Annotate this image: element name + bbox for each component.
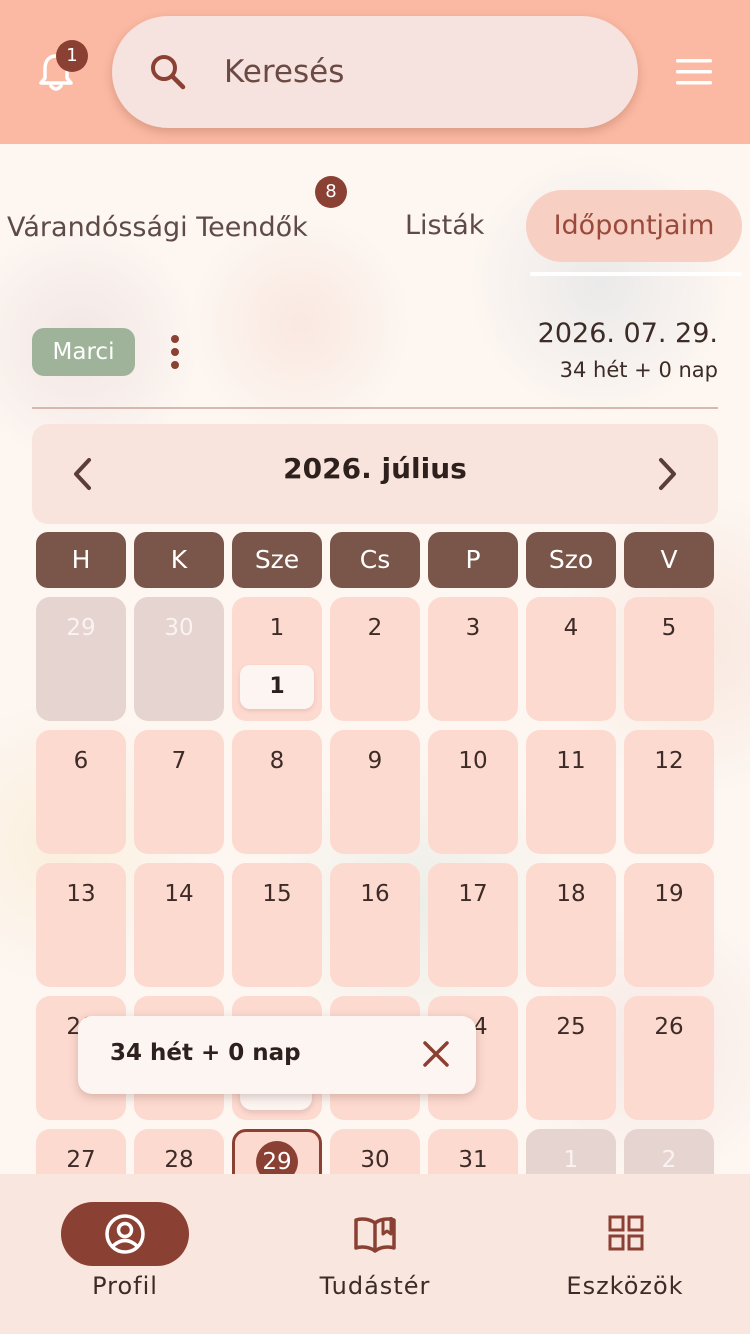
calendar-day[interactable]: 15	[232, 863, 322, 987]
day-number: 18	[556, 881, 586, 907]
search-input[interactable]	[224, 52, 604, 92]
chevron-right-icon[interactable]	[656, 456, 680, 492]
day-number: 30	[360, 1147, 390, 1173]
tab-pregnancy-tasks[interactable]: Várandóssági Teendők	[7, 212, 308, 243]
day-number: 1	[563, 1147, 579, 1173]
tab-appointments[interactable]: Időpontjaim	[526, 190, 742, 262]
notification-badge: 1	[56, 40, 88, 72]
calendar-day[interactable]: 4	[526, 597, 616, 721]
calendar-day[interactable]: 14	[134, 863, 224, 987]
calendar-day[interactable]: 29	[36, 597, 126, 721]
calendar-day[interactable]: 9	[330, 730, 420, 854]
calendar-day[interactable]: 19	[624, 863, 714, 987]
search-icon	[151, 55, 186, 90]
day-number: 27	[66, 1147, 96, 1173]
nav-item-tools[interactable]: Eszközök	[500, 1174, 750, 1334]
hamburger-menu-icon[interactable]	[676, 58, 712, 86]
day-number: 25	[556, 1014, 586, 1040]
day-number: 6	[73, 748, 89, 774]
tooltip-text: 34 hét + 0 nap	[110, 1040, 301, 1066]
weekday-header: Sze	[232, 532, 322, 588]
day-number: 2	[661, 1147, 677, 1173]
nav-label-profile: Profil	[92, 1272, 158, 1300]
weekday-header: Szo	[526, 532, 616, 588]
day-number: 3	[465, 615, 481, 641]
day-number: 1	[269, 615, 285, 641]
nav-label-knowledge: Tudástér	[319, 1272, 431, 1300]
calendar-day[interactable]: 10	[428, 730, 518, 854]
calendar-day[interactable]: 8	[232, 730, 322, 854]
weekday-header: P	[428, 532, 518, 588]
weekday-header: H	[36, 532, 126, 588]
calendar-month-title: 2026. július	[283, 452, 467, 485]
nav-item-knowledge[interactable]: Tudástér	[250, 1174, 500, 1334]
person-circle-icon	[105, 1214, 145, 1254]
tab-badge: 8	[315, 176, 347, 208]
search-bar[interactable]	[112, 16, 638, 128]
weekday-header: V	[624, 532, 714, 588]
calendar-day[interactable]: 25	[526, 996, 616, 1120]
calendar-day[interactable]: 11	[232, 597, 322, 721]
day-number: 10	[458, 748, 488, 774]
top-bar: 1	[0, 0, 750, 144]
nav-label-tools: Eszközök	[566, 1272, 684, 1300]
calendar-day[interactable]: 11	[526, 730, 616, 854]
day-number: 12	[654, 748, 684, 774]
calendar-day[interactable]: 7	[134, 730, 224, 854]
pregnancy-week: 34 hét + 0 nap	[559, 358, 718, 382]
tab-active-indicator	[530, 272, 742, 276]
calendar-header: 2026. július	[32, 424, 718, 524]
tab-lists[interactable]: Listák	[405, 210, 484, 241]
day-number: 17	[458, 881, 488, 907]
day-number: 8	[269, 748, 285, 774]
more-options-icon[interactable]	[166, 334, 184, 370]
calendar-day[interactable]: 13	[36, 863, 126, 987]
weekday-header: K	[134, 532, 224, 588]
bottom-navigation: Profil Tudástér Eszközök	[0, 1174, 750, 1334]
current-date: 2026. 07. 29.	[537, 318, 718, 349]
divider	[32, 407, 718, 409]
day-number: 28	[164, 1147, 194, 1173]
day-number: 2	[367, 615, 383, 641]
day-number: 16	[360, 881, 390, 907]
nav-item-profile[interactable]: Profil	[0, 1174, 250, 1334]
day-number: 29	[66, 615, 96, 641]
calendar-day[interactable]: 5	[624, 597, 714, 721]
calendar-day[interactable]: 2	[330, 597, 420, 721]
week-tooltip: 34 hét + 0 nap	[78, 1016, 476, 1094]
day-number: 14	[164, 881, 194, 907]
calendar-day[interactable]: 17	[428, 863, 518, 987]
day-number: 15	[262, 881, 292, 907]
weekday-header: Cs	[330, 532, 420, 588]
event-count-badge[interactable]: 1	[240, 665, 314, 709]
day-number: 13	[66, 881, 96, 907]
day-number: 9	[367, 748, 383, 774]
day-number: 7	[171, 748, 187, 774]
day-number: 5	[661, 615, 677, 641]
calendar-day[interactable]: 30	[134, 597, 224, 721]
day-number: 26	[654, 1014, 684, 1040]
open-book-icon	[354, 1217, 396, 1253]
calendar-day[interactable]: 12	[624, 730, 714, 854]
day-number: 19	[654, 881, 684, 907]
calendar-day[interactable]: 6	[36, 730, 126, 854]
calendar-day[interactable]: 3	[428, 597, 518, 721]
close-icon[interactable]	[422, 1040, 450, 1068]
grid-icon	[608, 1215, 644, 1251]
day-number: 31	[458, 1147, 488, 1173]
day-number: 30	[164, 615, 194, 641]
calendar-day[interactable]: 26	[624, 996, 714, 1120]
day-number: 4	[563, 615, 579, 641]
day-number: 11	[556, 748, 586, 774]
calendar-day[interactable]: 16	[330, 863, 420, 987]
calendar-day[interactable]: 18	[526, 863, 616, 987]
profile-name-chip[interactable]: Marci	[32, 328, 135, 376]
